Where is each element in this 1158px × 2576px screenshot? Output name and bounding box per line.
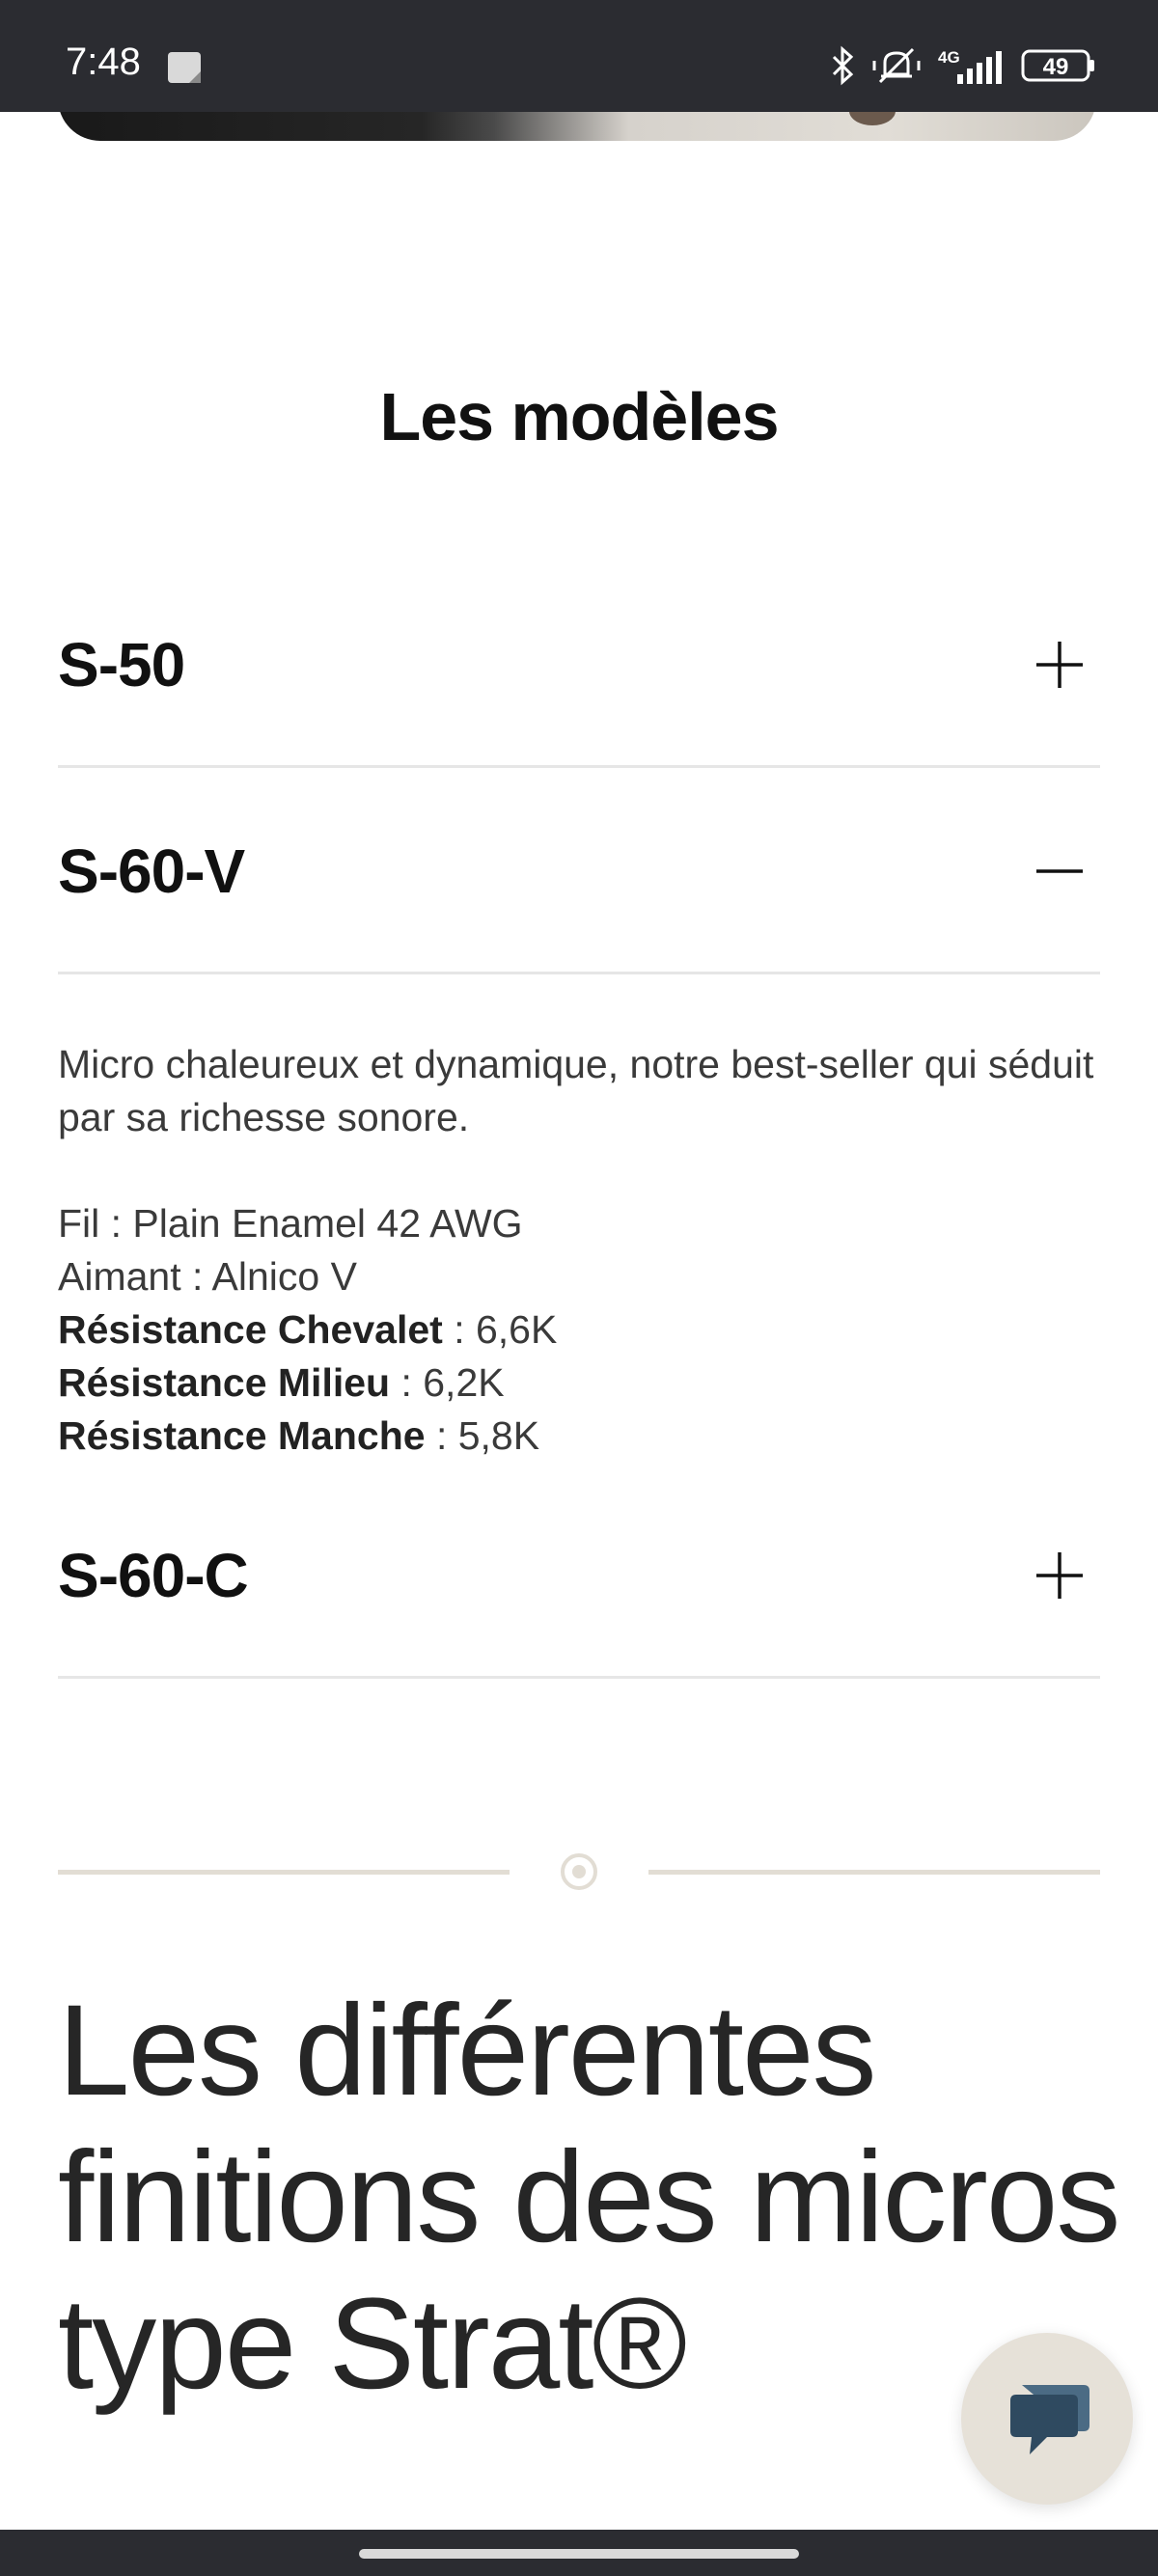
spec-value: : 6,2K bbox=[390, 1360, 505, 1405]
accordion-title: S-50 bbox=[58, 629, 185, 699]
accordion-item-s-50: S-50 bbox=[58, 563, 1100, 768]
svg-text:4G: 4G bbox=[938, 48, 960, 67]
spec-label: Résistance Milieu bbox=[58, 1360, 391, 1405]
product-description: Micro chaleureux et dynamique, notre bes… bbox=[58, 1042, 1094, 1139]
spec-resistance-neck: Résistance Manche : 5,8K bbox=[58, 1410, 1100, 1463]
status-bar: 7:48 4G 49 bbox=[0, 0, 1158, 112]
section-title: Les modèles bbox=[379, 379, 779, 454]
navigation-bar bbox=[0, 2530, 1158, 2576]
accordion-title: S-60-C bbox=[58, 1540, 249, 1610]
spec-wire: Fil : Plain Enamel 42 AWG bbox=[58, 1201, 523, 1246]
chat-bubble-icon bbox=[1010, 2385, 1089, 2454]
spec-resistance-bridge: Résistance Chevalet : 6,6K bbox=[58, 1303, 1100, 1357]
home-indicator[interactable] bbox=[359, 2549, 799, 2559]
svg-text:49: 49 bbox=[1043, 54, 1069, 80]
status-time: 7:48 bbox=[66, 41, 141, 83]
battery-icon: 49 bbox=[1021, 49, 1094, 82]
minus-icon[interactable] bbox=[1034, 846, 1085, 896]
signal-4g-icon: 4G bbox=[938, 48, 1002, 84]
mute-icon bbox=[872, 47, 921, 84]
spec-resistance-middle: Résistance Milieu : 6,2K bbox=[58, 1357, 1100, 1410]
accordion-header-s-60-v[interactable]: S-60-V bbox=[58, 770, 1100, 974]
note-icon bbox=[168, 52, 201, 83]
section-divider bbox=[58, 1852, 1100, 1891]
spec-label: Résistance Chevalet bbox=[58, 1307, 443, 1352]
chat-button[interactable] bbox=[961, 2333, 1133, 2505]
divider-line-right bbox=[648, 1870, 1100, 1875]
target-dot-icon bbox=[561, 1853, 597, 1890]
spec-magnet: Aimant : Alnico V bbox=[58, 1254, 357, 1299]
spec-label: Résistance Manche bbox=[58, 1413, 426, 1458]
accordion-header-s-50[interactable]: S-50 bbox=[58, 563, 1100, 768]
plus-icon[interactable] bbox=[1034, 640, 1085, 690]
accordion-title: S-60-V bbox=[58, 836, 245, 906]
bluetooth-icon bbox=[832, 45, 854, 86]
accordion-item-s-60-v: S-60-V bbox=[58, 770, 1100, 974]
spec-value: : 6,6K bbox=[442, 1307, 558, 1352]
accordion-item-s-60-c: S-60-C bbox=[58, 1474, 1100, 1679]
plus-icon[interactable] bbox=[1034, 1550, 1085, 1601]
status-icons: 4G 49 bbox=[830, 44, 1096, 87]
accordion-header-s-60-c[interactable]: S-60-C bbox=[58, 1474, 1100, 1679]
spec-value: : 5,8K bbox=[425, 1413, 540, 1458]
finishes-heading: Les différentes finitions des micros typ… bbox=[58, 1979, 1120, 2416]
divider-line-left bbox=[58, 1870, 510, 1875]
accordion-body-s-60-v: Micro chaleureux et dynamique, notre bes… bbox=[58, 1038, 1100, 1463]
